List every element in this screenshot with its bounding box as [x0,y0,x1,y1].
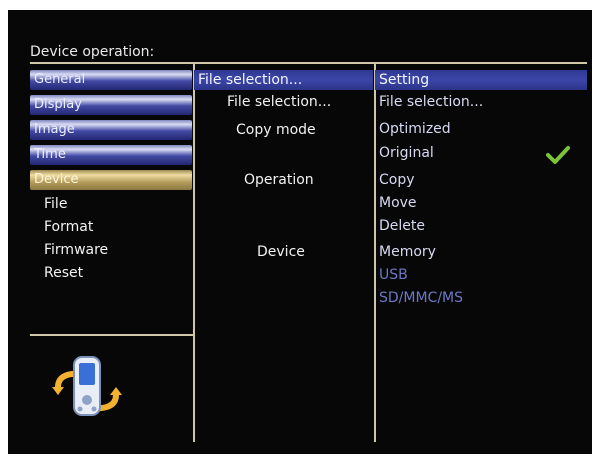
middle-header-label: File selection... [198,72,303,88]
sidebar-tab-time[interactable]: Time [30,145,192,165]
right-column-header: Setting [375,70,587,90]
option-original[interactable]: Original [379,145,434,161]
sidebar-tab-image[interactable]: Image [30,120,192,140]
column-divider-2 [374,64,376,442]
middle-column-header: File selection... [194,70,373,90]
option-usb: USB [379,267,408,283]
sidebar-tab-display[interactable]: Display [30,95,192,115]
sidebar-tab-label: Time [34,147,66,162]
sidebar-tab-label: Display [34,97,82,112]
sidebar-tab-label: Device [34,172,79,187]
sidebar-divider [30,334,193,336]
middle-item-device[interactable]: Device [257,244,305,260]
sidebar-subitem-reset[interactable]: Reset [44,265,83,281]
option-move[interactable]: Move [379,195,417,211]
option-file-selection[interactable]: File selection... [379,94,483,110]
option-memory[interactable]: Memory [379,244,436,260]
sidebar-subitem-firmware[interactable]: Firmware [44,242,108,258]
option-sd-mmc-ms: SD/MMC/MS [379,290,463,306]
column-divider-1 [193,64,195,442]
sidebar-subitem-format[interactable]: Format [44,219,93,235]
option-optimized[interactable]: Optimized [379,121,451,137]
middle-item-copy-mode[interactable]: Copy mode [236,122,316,138]
checkmark-icon [546,146,570,164]
middle-item-file-selection[interactable]: File selection... [227,94,331,110]
device-screen: Device operation: General Display Image … [8,10,592,454]
middle-item-operation[interactable]: Operation [244,172,314,188]
sidebar-tab-label: General [34,72,86,87]
page-title: Device operation: [30,44,155,60]
device-rotate-icon [52,356,122,416]
sidebar-tab-device[interactable]: Device [30,170,192,190]
top-divider [30,62,587,64]
sidebar-tab-label: Image [34,122,75,137]
sidebar-subitem-file[interactable]: File [44,196,67,212]
option-copy[interactable]: Copy [379,172,415,188]
option-delete[interactable]: Delete [379,218,425,234]
right-header-label: Setting [379,72,430,88]
sidebar-tab-general[interactable]: General [30,70,192,90]
